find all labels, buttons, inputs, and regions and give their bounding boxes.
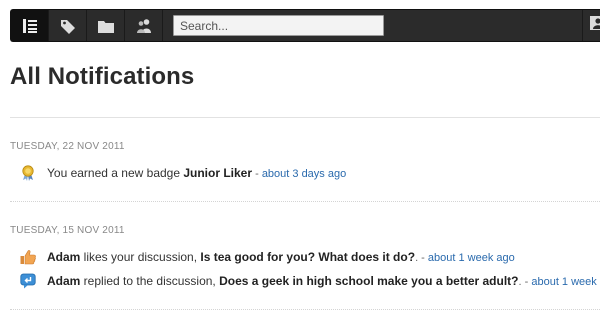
folders-button[interactable] bbox=[87, 10, 125, 41]
profile-button[interactable] bbox=[582, 10, 600, 41]
timestamp-link[interactable]: about 1 week ago bbox=[428, 252, 515, 264]
tag-icon bbox=[60, 18, 76, 34]
timestamp-link[interactable]: about 1 week ago bbox=[531, 276, 600, 288]
date-heading: TUESDAY, 15 NOV 2011 bbox=[10, 225, 125, 236]
notification-action: likes your discussion, bbox=[80, 250, 201, 264]
timestamp-link[interactable]: about 3 days ago bbox=[262, 168, 346, 180]
actor-name[interactable]: Adam bbox=[47, 274, 80, 288]
folder-icon bbox=[97, 19, 114, 33]
tags-button[interactable] bbox=[49, 10, 87, 41]
notification-text: You earned a new badge bbox=[47, 166, 184, 180]
list-view-button[interactable] bbox=[11, 10, 49, 41]
notification-action: replied to the discussion, bbox=[80, 274, 220, 288]
reply-icon bbox=[20, 273, 36, 289]
separator: . - bbox=[415, 252, 428, 264]
discussion-link[interactable]: Does a geek in high school make you a be… bbox=[219, 274, 518, 288]
discussion-link[interactable]: Is tea good for you? What does it do? bbox=[200, 250, 415, 264]
badge-name: Junior Liker bbox=[183, 166, 253, 180]
people-icon bbox=[136, 18, 152, 34]
separator: - bbox=[252, 168, 262, 180]
thumbs-up-icon bbox=[20, 249, 36, 265]
group-divider bbox=[10, 309, 600, 310]
actor-name[interactable]: Adam bbox=[47, 250, 80, 264]
badge-icon bbox=[20, 165, 36, 181]
separator: . - bbox=[518, 276, 532, 288]
page-title: All Notifications bbox=[10, 63, 195, 90]
group-divider bbox=[10, 201, 600, 202]
date-heading: TUESDAY, 22 NOV 2011 bbox=[10, 141, 125, 152]
search-input[interactable] bbox=[173, 15, 384, 36]
people-button[interactable] bbox=[125, 10, 163, 41]
user-card-icon bbox=[590, 16, 600, 35]
list-icon bbox=[22, 18, 38, 34]
top-toolbar bbox=[10, 9, 600, 42]
title-divider bbox=[10, 117, 600, 118]
